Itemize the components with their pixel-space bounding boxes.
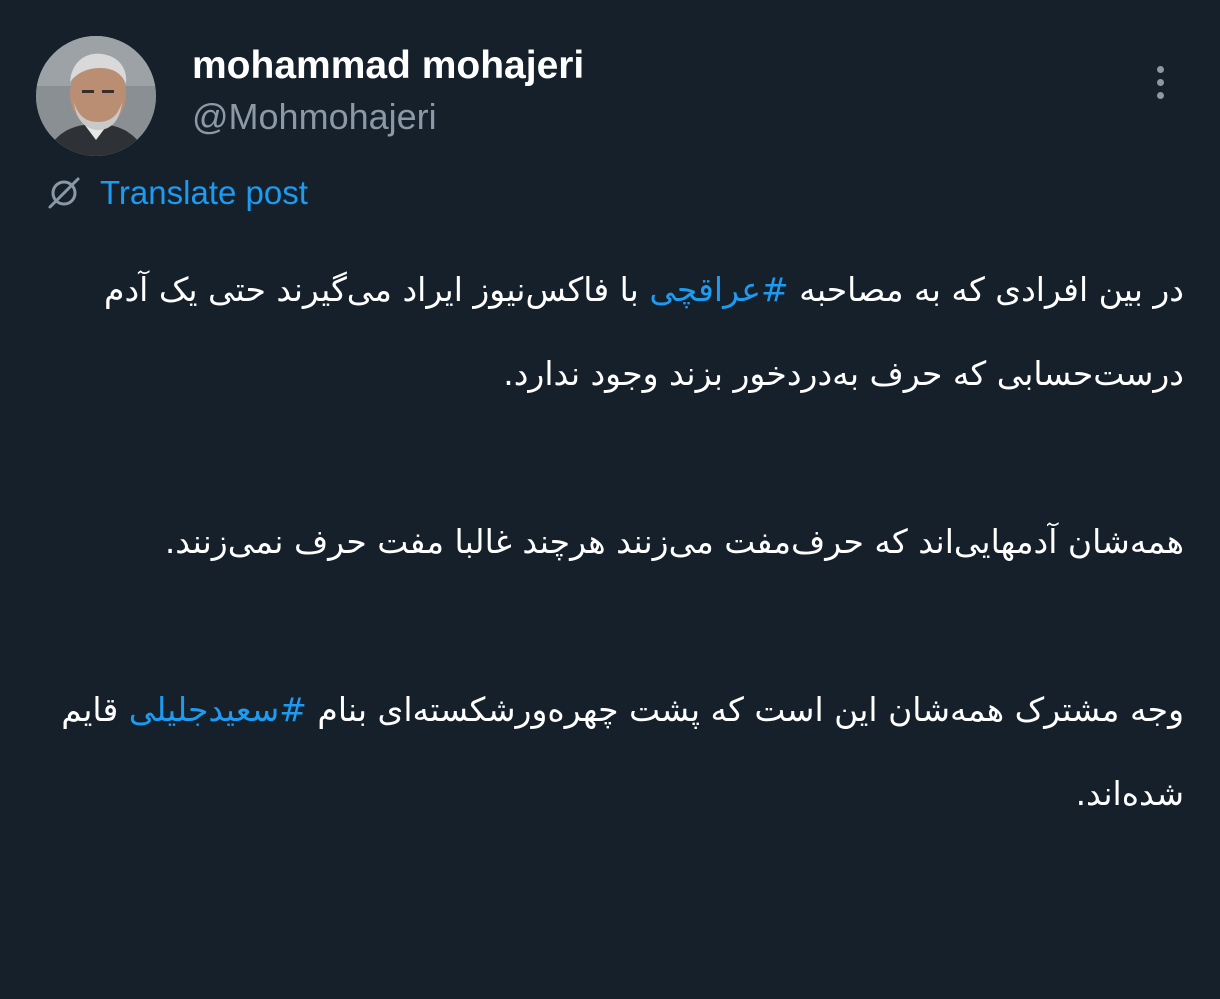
post-paragraph-1: در بین افرادی که به مصاحبه #عراقچی با فا… xyxy=(30,248,1184,416)
avatar[interactable] xyxy=(36,36,156,156)
avatar-photo xyxy=(36,36,156,156)
author-display-name[interactable]: mohammad mohajeri xyxy=(192,42,584,90)
post-text: در بین افرادی که به مصاحبه #عراقچی با فا… xyxy=(30,248,1184,836)
post-paragraph-2: همه‌شان آدمهایی‌اند که حرف‌مفت می‌زنند ه… xyxy=(164,522,1184,561)
hashtag-link-araghchi[interactable]: #عراقچی xyxy=(649,270,788,309)
more-vertical-icon-dot xyxy=(1156,78,1164,86)
author-handle[interactable]: @Mohmohajeri xyxy=(192,95,437,139)
post-text-segment: وجه مشترک همه‌شان این است که پشت چهره‌ور… xyxy=(306,690,1184,729)
hashtag-link-jalili[interactable]: #سعیدجلیلی xyxy=(129,690,307,729)
more-vertical-icon-dot xyxy=(1156,91,1164,99)
more-vertical-icon xyxy=(1156,65,1164,73)
translate-post-label: Translate post xyxy=(100,174,308,211)
translate-post-link[interactable]: Translate post xyxy=(44,170,308,216)
post-text-segment: در بین افرادی که به مصاحبه xyxy=(788,270,1184,309)
post-paragraph-3: وجه مشترک همه‌شان این است که پشت چهره‌ور… xyxy=(30,668,1184,836)
translate-icon xyxy=(48,177,80,209)
more-options-button[interactable] xyxy=(1140,58,1180,106)
